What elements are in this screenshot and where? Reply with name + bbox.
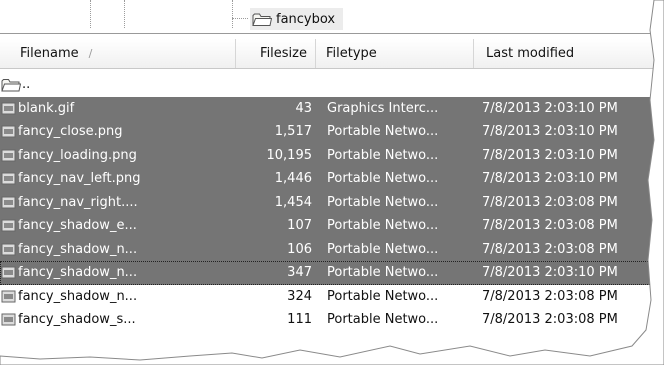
torn-edge-effect xyxy=(0,0,664,365)
